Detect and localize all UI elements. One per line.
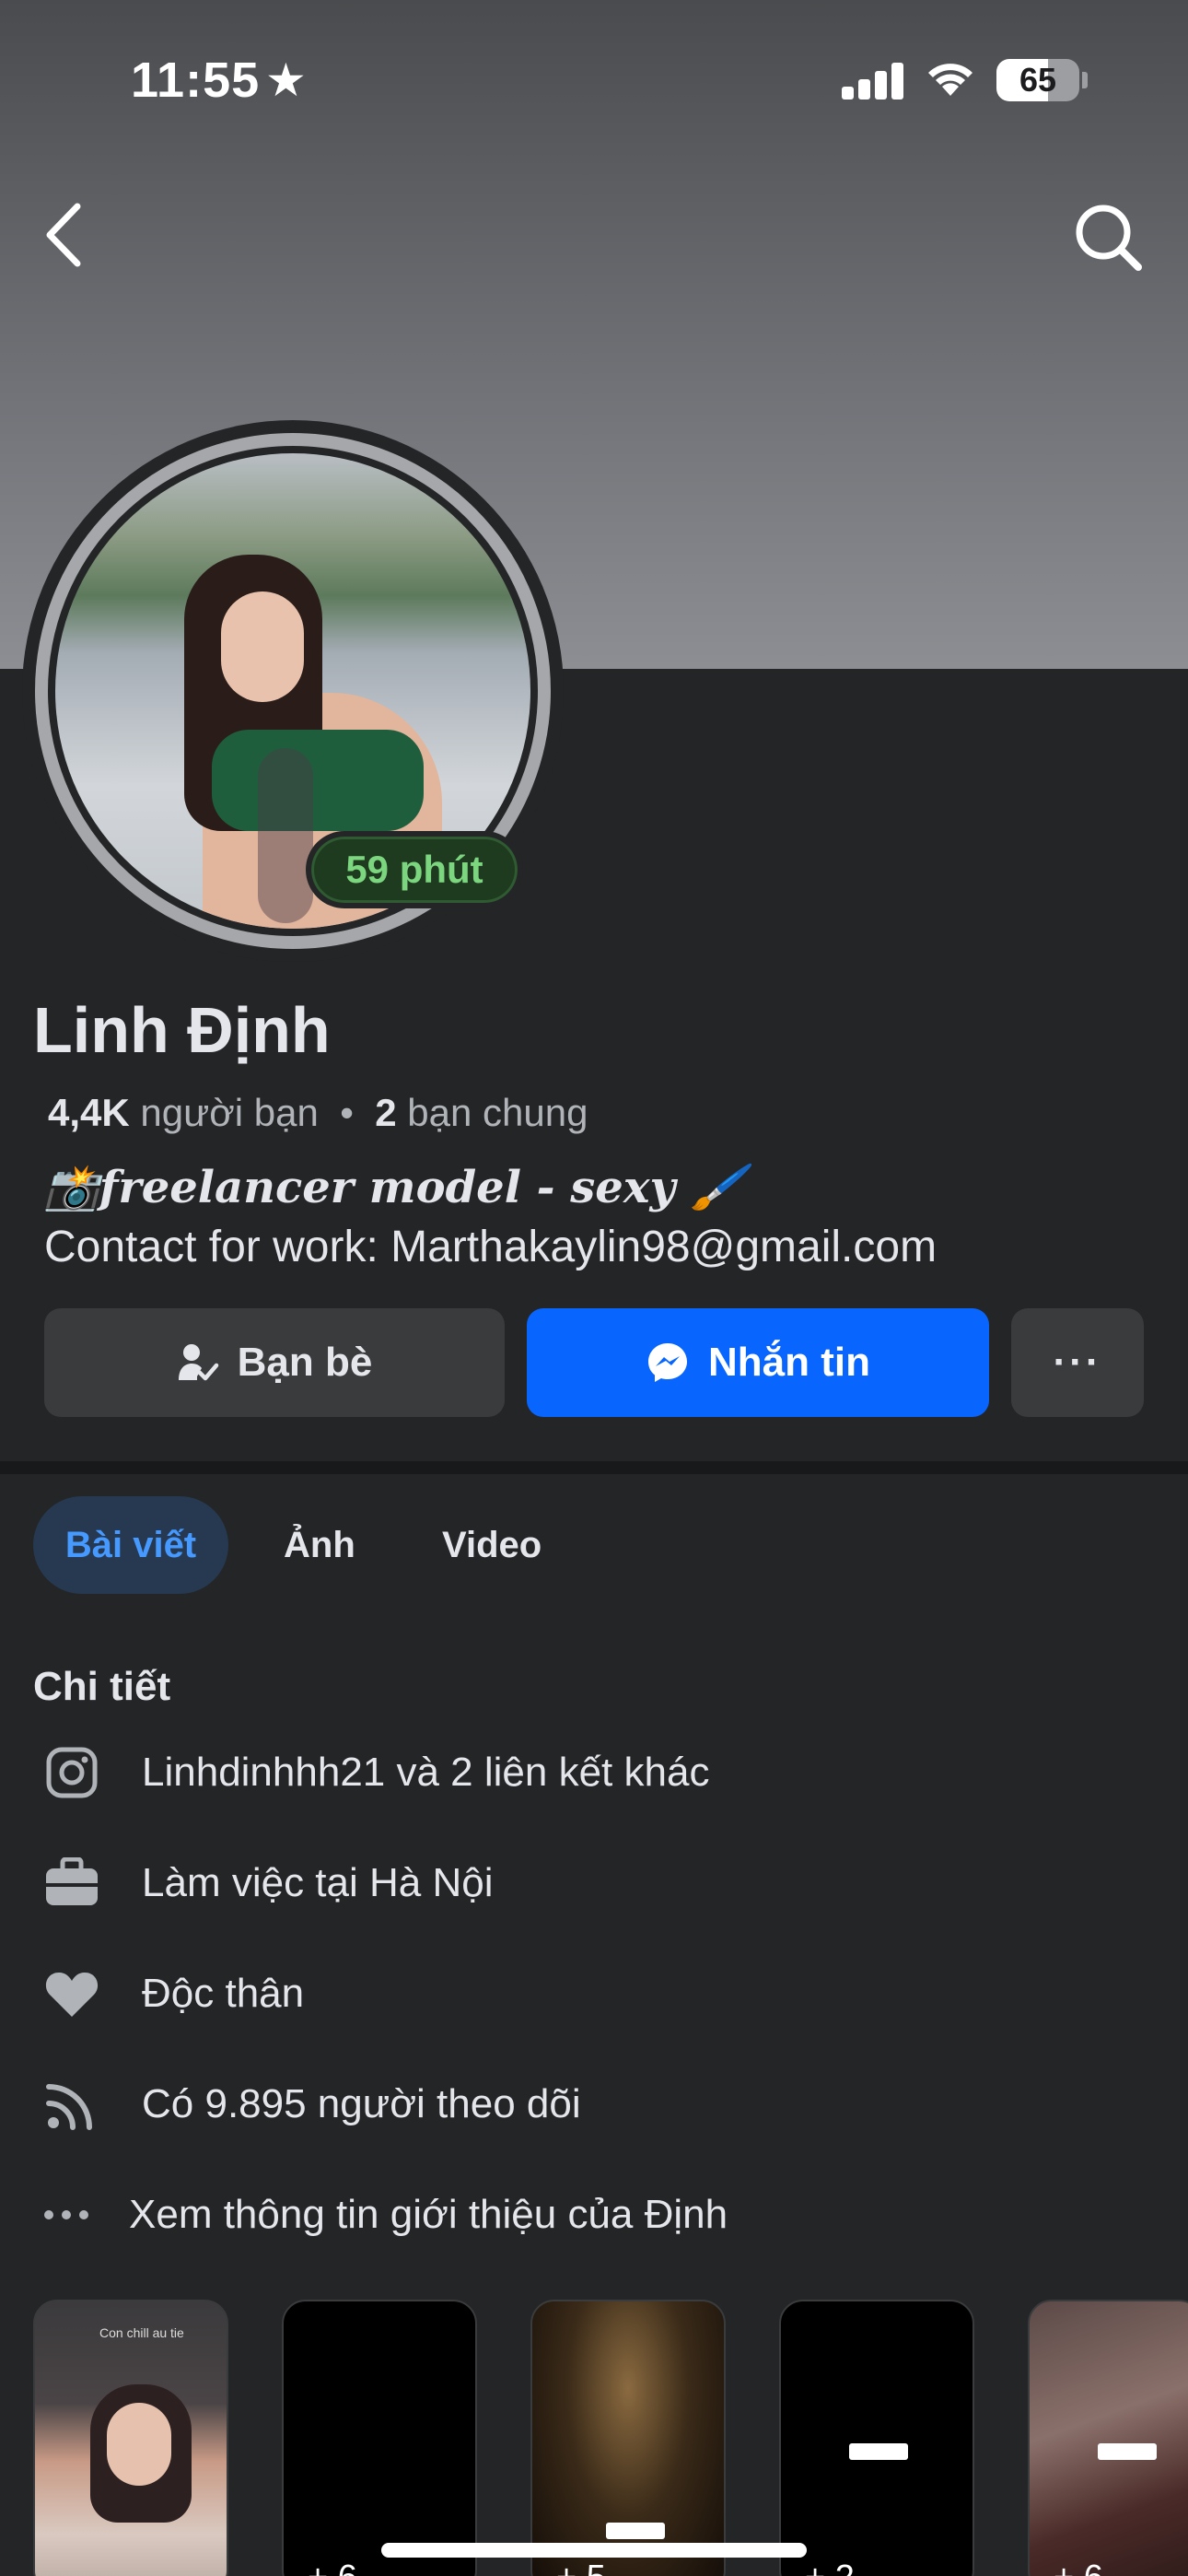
detail-followers-text: Có 9.895 người theo dõi [142,2081,581,2126]
bio-line-1: 📸𝒇𝒓𝒆𝒆𝒍𝒂𝒏𝒄𝒆𝒓 𝒎𝒐𝒅𝒆𝒍 - 𝒔𝒆𝒙𝒚 🖌️ [44,1162,746,1213]
featured-story[interactable]: + 2 [779,2300,974,2576]
status-bar: 11:55 ★ 65 [0,0,1188,157]
rss-icon [46,2084,92,2130]
see-about-info-text: Xem thông tin giới thiệu của Định [129,2192,728,2237]
featured-story[interactable]: + 5 [530,2300,726,2576]
friends-count: 4,4K [48,1091,130,1134]
detail-work-text: Làm việc tại Hà Nội [142,1860,494,1905]
story-sticker [606,2523,665,2539]
more-options-button[interactable]: ··· [1011,1308,1144,1417]
avatar-clothing [212,730,424,831]
battery-level: 65 [1019,61,1057,99]
friend-check-icon [178,1344,218,1381]
instagram-icon [46,1747,98,1798]
tab-posts[interactable]: Bài viết [33,1496,228,1594]
wifi-icon [928,64,973,96]
details-title: Chi tiết [33,1664,171,1709]
mutual-friends-label: bạn chung [407,1091,588,1134]
detail-relationship-text: Độc thân [142,1971,305,2016]
detail-instagram-text: Linhdinhhh21 và 2 liên kết khác [142,1750,710,1795]
featured-story[interactable]: Con chill au tie [33,2300,228,2576]
active-status-badge: 59 phút [306,831,523,908]
story-sticker [1098,2443,1157,2460]
tab-photos[interactable]: Ảnh [284,1496,355,1594]
profile-name: Linh Định [33,994,331,1066]
battery-tip [1082,72,1088,88]
detail-instagram[interactable]: Linhdinhhh21 và 2 liên kết khác [41,1736,709,1809]
stats-separator: • [340,1091,354,1134]
detail-relationship: Độc thân [41,1957,304,2031]
search-icon[interactable] [1068,197,1147,276]
featured-story[interactable]: + 6 [1028,2300,1188,2576]
profile-stats[interactable]: 4,4K người bạn • 2 bạn chung [48,1091,588,1135]
home-indicator[interactable] [381,2543,807,2558]
detail-work: Làm việc tại Hà Nội [41,1846,493,1920]
heart-icon [45,1973,99,2017]
featured-story-caption: Con chill au tie [99,2325,184,2340]
featured-story-count: + 2 [805,2558,855,2576]
bio-line-2: Contact for work: Marthakaylin98@gmail.c… [44,1223,938,1271]
back-icon[interactable] [37,193,101,276]
story-thumbnail-face [107,2403,171,2486]
battery-icon: 65 [996,59,1079,101]
section-divider [0,1461,1188,1474]
status-time: 11:55 [131,53,261,108]
avatar-face [221,591,304,702]
avatar-tattoo [258,748,313,923]
featured-story-count: + 5 [556,2558,606,2576]
friends-label: người bạn [140,1091,319,1134]
message-button[interactable]: Nhắn tin [527,1308,989,1417]
message-button-label: Nhắn tin [708,1340,870,1385]
cellular-signal-icon [842,61,904,100]
more-dots-icon: ··· [1053,1340,1102,1385]
friends-button[interactable]: Bạn bè [44,1308,505,1417]
featured-story[interactable]: + 6 [282,2300,477,2576]
more-dots-icon [44,2210,88,2219]
tab-video[interactable]: Video [442,1496,542,1594]
see-about-info[interactable]: Xem thông tin giới thiệu của Định [41,2178,728,2252]
briefcase-icon [46,1857,98,1905]
star-icon: ★ [265,54,307,106]
featured-story-count: + 6 [1054,2558,1103,2576]
messenger-icon [648,1343,687,1382]
friends-button-label: Bạn bè [237,1340,373,1385]
detail-followers[interactable]: Có 9.895 người theo dõi [41,2067,581,2141]
mutual-friends-count: 2 [375,1091,397,1134]
story-sticker [849,2443,908,2460]
featured-story-count: + 6 [308,2558,357,2576]
